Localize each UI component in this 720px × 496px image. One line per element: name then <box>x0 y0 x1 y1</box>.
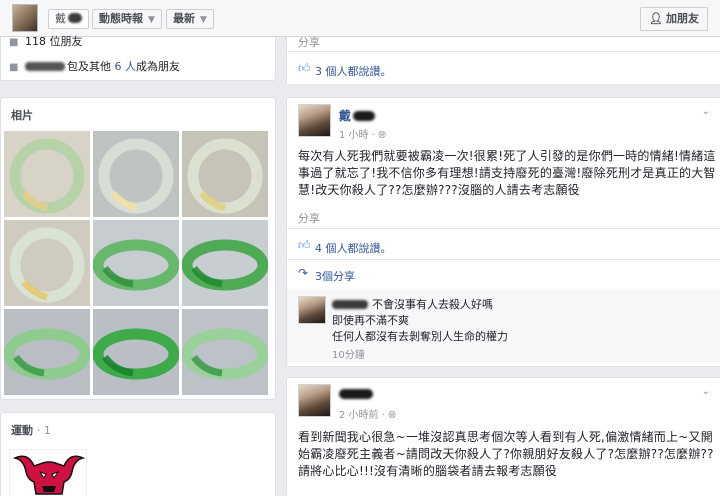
redacted-name[interactable] <box>332 300 368 309</box>
recent-label: 最新 <box>173 12 195 25</box>
caret-down-icon: ▼ <box>200 15 207 25</box>
globe-icon: 🌐︎ <box>378 130 387 141</box>
likes-bar: 👍︎ 4 個人都說讚。 <box>287 233 720 259</box>
add-friend-icon: 👤︎ <box>649 12 663 25</box>
divider <box>287 259 720 260</box>
author-avatar[interactable] <box>298 104 331 137</box>
mutual-friends-row: ■ 包及其他 6 人成為朋友 <box>9 58 180 74</box>
commenter-avatar[interactable] <box>298 296 326 324</box>
comment-line: 不會沒事有人去殺人好嗎 <box>332 296 493 312</box>
friends-count: 118 位朋友 <box>25 35 83 48</box>
photos-title[interactable]: 相片 <box>11 107 33 123</box>
previous-post-footer: 分享 👍︎ 3 個人都說讚。 <box>286 34 720 84</box>
comment-line: 即使再不滿不爽 <box>332 314 409 327</box>
post-time[interactable]: 2 小時前 · 🌐︎ <box>339 406 396 421</box>
redacted-name <box>25 62 65 71</box>
post-text: 看到新聞我心很急~一堆沒認真思考個次等人看到有人死,偏激情緒而上~又開始霸凌廢死… <box>298 430 714 478</box>
comment-time[interactable]: 10分鐘 <box>332 346 365 361</box>
redacted-name <box>68 13 82 23</box>
photo-thumbnail[interactable] <box>93 131 179 217</box>
profile-name-text: 戴 <box>55 12 66 25</box>
mutual-text-1: 包及其他 <box>67 60 111 73</box>
shares-text[interactable]: 3個分享 <box>315 268 355 284</box>
photo-thumbnail[interactable] <box>93 220 179 306</box>
top-bar: 戴 動態時報 ▼ 最新 ▼ 👤︎ 加朋友 <box>0 0 720 37</box>
friends-icon: ■ <box>9 37 19 48</box>
photo-thumbnail[interactable] <box>4 220 90 306</box>
post-time[interactable]: 1 小時 · 🌐︎ <box>339 126 386 141</box>
bulls-logo[interactable] <box>9 449 87 496</box>
share-arrow-icon: ↷ <box>298 266 309 280</box>
redacted-name <box>353 111 376 121</box>
likes-text[interactable]: 3 個人都說讚。 <box>315 63 392 79</box>
profile-name-button[interactable]: 戴 <box>48 9 89 29</box>
mutual-count-link[interactable]: 6 人 <box>115 60 137 73</box>
comment: 不會沒事有人去殺人好嗎 即使再不滿不爽 任何人都沒有去剝奪別人生命的權力 10分… <box>287 289 720 363</box>
globe-icon: 🌐︎ <box>388 410 397 421</box>
caret-down-icon: ▼ <box>148 15 155 25</box>
author-name[interactable]: 戴 <box>339 107 376 124</box>
friends-count-row[interactable]: ■ 118 位朋友 <box>9 33 83 49</box>
divider <box>287 228 720 229</box>
friends-card: ■ 118 位朋友 ■ 包及其他 6 人成為朋友 <box>0 35 276 81</box>
shares-bar: ↷ 3個分享 <box>287 261 720 287</box>
mutual-text-2: 成為朋友 <box>136 60 180 73</box>
post-card: 2 小時前 · 🌐︎ ⌄ 看到新聞我心很急~一堆沒認真思考個次等人看到有人死,偏… <box>286 377 720 496</box>
like-thumb-icon: 👍︎ <box>298 238 311 252</box>
sports-title[interactable]: 運動 · 1 <box>11 422 51 438</box>
like-thumb-icon: 👍︎ <box>298 61 311 75</box>
photo-thumbnail[interactable] <box>4 309 90 395</box>
author-avatar[interactable] <box>298 384 331 417</box>
add-friend-button[interactable]: 👤︎ 加朋友 <box>640 7 708 31</box>
photo-thumbnail[interactable] <box>93 309 179 395</box>
photo-thumbnail[interactable] <box>182 220 268 306</box>
share-link[interactable]: 分享 <box>298 210 320 226</box>
redacted-name <box>339 389 373 399</box>
timeline-dropdown[interactable]: 動態時報 ▼ <box>92 9 162 29</box>
sports-card: 運動 · 1 <box>0 412 276 496</box>
comment-line: 任何人都沒有去剝奪別人生命的權力 <box>332 330 508 343</box>
chevron-down-icon[interactable]: ⌄ <box>702 386 710 397</box>
photos-card: 相片 <box>0 97 276 400</box>
profile-avatar[interactable] <box>12 4 38 32</box>
post-card: 戴 1 小時 · 🌐︎ ⌄ 每次有人死我們就要被霸凌一次!很累!死了人引發的是你… <box>286 97 720 367</box>
post-text: 每次有人死我們就要被霸凌一次!很累!死了人引發的是你們一時的情緒!情緒這事過了就… <box>298 149 716 197</box>
photo-thumbnail[interactable] <box>182 309 268 395</box>
timeline-label: 動態時報 <box>99 12 143 25</box>
chevron-down-icon[interactable]: ⌄ <box>702 106 710 117</box>
share-link[interactable]: 分享 <box>298 34 320 50</box>
photo-thumbnail[interactable] <box>4 131 90 217</box>
friends-icon: ■ <box>9 62 19 73</box>
likes-bar: 👍︎ 3 個人都說讚。 <box>287 52 720 84</box>
add-friend-label: 加朋友 <box>666 12 699 25</box>
recent-dropdown[interactable]: 最新 ▼ <box>166 9 214 29</box>
photo-thumbnail[interactable] <box>182 131 268 217</box>
author-name[interactable] <box>339 387 373 401</box>
likes-text[interactable]: 4 個人都說讚。 <box>315 240 392 256</box>
